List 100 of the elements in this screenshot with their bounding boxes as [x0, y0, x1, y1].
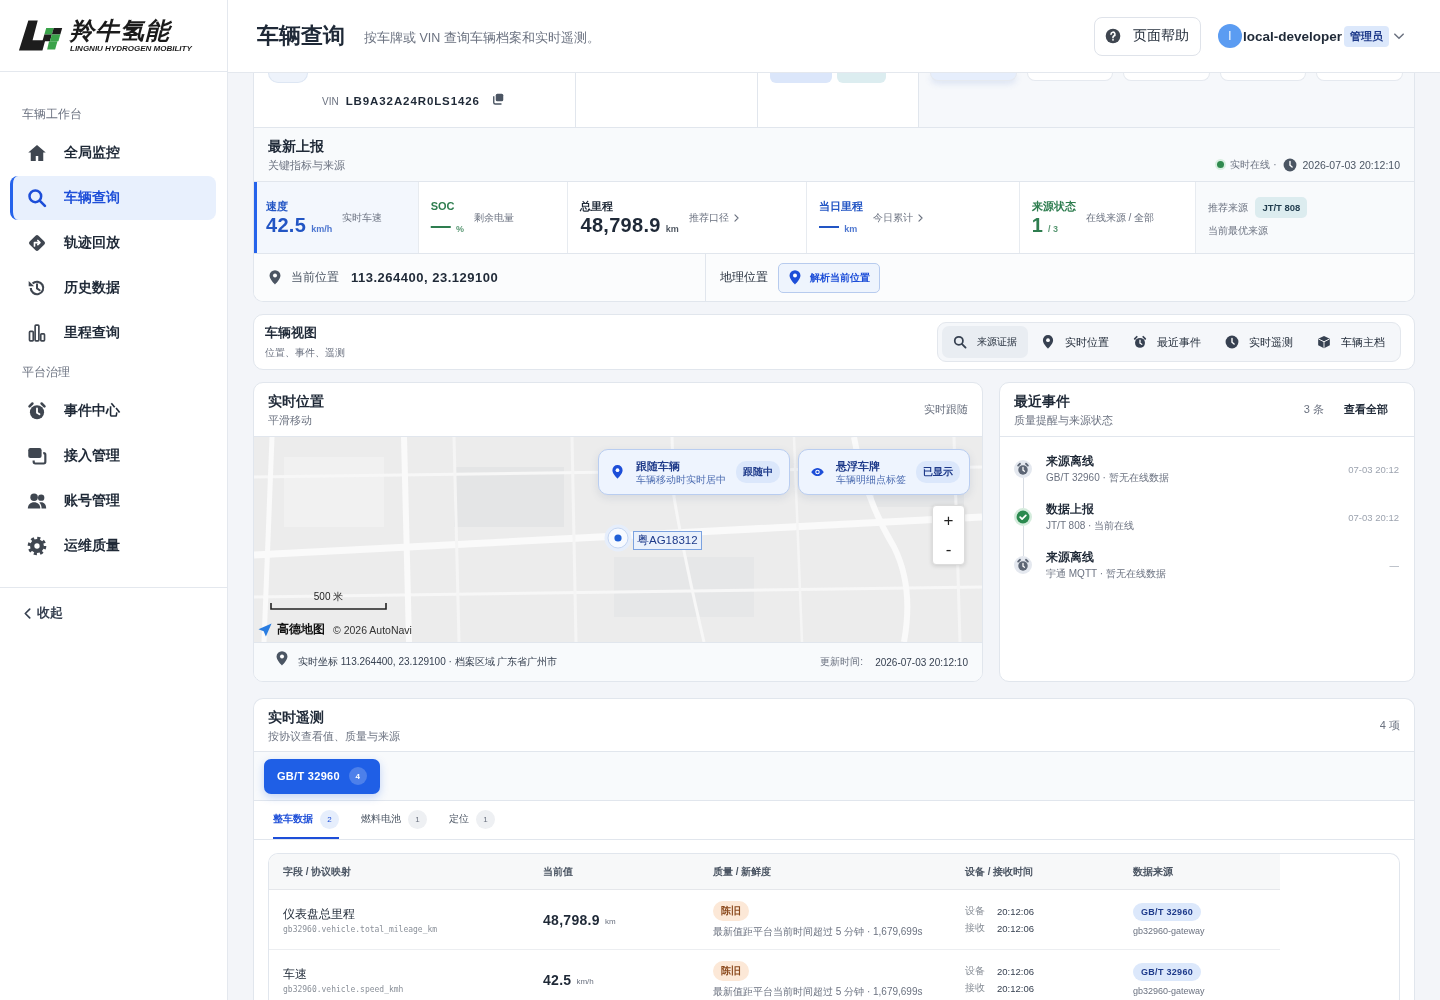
metric-unit: km — [844, 223, 858, 234]
view-tab[interactable]: 实时遥测 — [1214, 326, 1304, 358]
toggle-title: 悬浮车牌 — [836, 458, 881, 473]
metric-label: 来源状态 — [1031, 198, 1076, 213]
column-header: 数据来源 — [1132, 864, 1174, 879]
nav-item[interactable]: 事件中心 — [10, 389, 216, 433]
nav-item[interactable]: 全局监控 — [10, 131, 216, 175]
unit-text: km/h — [576, 976, 594, 986]
nav-item[interactable]: 里程查询 — [10, 311, 216, 355]
card-title: 最近事件 — [1014, 392, 1071, 410]
nav-item[interactable]: 车辆查询 — [10, 176, 216, 220]
status-text: 实时在线 · — [1230, 157, 1277, 172]
received-time: 20:12:06 — [997, 922, 1034, 934]
metric-link[interactable]: 今日累计 — [873, 210, 924, 225]
history-icon — [27, 278, 47, 298]
view-tab[interactable]: 最近事件 — [1122, 326, 1212, 358]
item-count: 4 项 — [1379, 717, 1400, 733]
tab-button[interactable] — [1316, 73, 1403, 81]
event-count: 3 条 — [1303, 402, 1324, 417]
tab-button[interactable] — [1123, 73, 1210, 81]
group-tab[interactable]: 燃料电池 1 — [361, 801, 427, 839]
toggle-subtitle: 车辆移动时实时居中 — [636, 472, 726, 486]
status-pill: 跟随中 — [736, 461, 780, 483]
users-icon — [27, 491, 47, 511]
field-name: 车速 — [283, 965, 308, 982]
nav-item[interactable]: 运维质量 — [10, 524, 216, 568]
protocol-badge: JT/T 808 — [1255, 197, 1308, 218]
zoom-in-button[interactable]: + — [933, 506, 964, 535]
metric-label: SOC — [430, 198, 456, 213]
nav-item[interactable]: 接入管理 — [10, 434, 216, 478]
quality-badge: 陈旧 — [713, 960, 749, 981]
card-subtitle: 质量提醒与来源状态 — [1014, 413, 1113, 427]
metric-unit: km — [665, 223, 679, 234]
tab-button[interactable] — [930, 73, 1017, 81]
help-button[interactable]: 页面帮助 — [1093, 16, 1201, 56]
nav-item[interactable]: 历史数据 — [10, 266, 216, 310]
field-path: gb32960.vehicle.speed_kmh — [283, 984, 405, 994]
column-header: 质量 / 新鲜度 — [712, 864, 773, 879]
vehicle-marker-icon[interactable] — [604, 524, 632, 552]
metric-tile[interactable]: 当日里程 — km 今日累计 — [807, 182, 1020, 253]
brand-tagline: LINGNIU HYDROGEN MOBILITY — [70, 43, 192, 54]
event-title[interactable]: 来源离线 — [1046, 454, 1169, 468]
metric-label: 速度 — [266, 198, 289, 213]
collapse-button[interactable]: 收起 — [24, 604, 63, 622]
map-toggle-card[interactable]: 悬浮车牌 车辆明细点标签 已显示 — [798, 449, 970, 495]
unit-text: km — [604, 916, 616, 926]
brand-name: 羚牛氢能 — [70, 17, 173, 44]
map-toggle-card[interactable]: 跟随车辆 车辆移动时实时居中 跟随中 — [598, 449, 790, 495]
group-tab[interactable]: 整车数据 2 — [273, 801, 339, 839]
count-badge: 1 — [476, 809, 495, 829]
metric-value: — — [819, 212, 840, 237]
scale-label: 500 米 — [313, 591, 344, 603]
navigation-arrow-icon — [258, 622, 272, 637]
view-tab[interactable]: 来源证据 — [942, 326, 1028, 358]
nav-item[interactable]: 账号管理 — [10, 479, 216, 523]
view-tab[interactable]: 车辆主档 — [1306, 326, 1396, 358]
scale-bar-icon — [270, 603, 387, 610]
location-pin-icon — [789, 270, 801, 285]
metric-link[interactable]: 推荐口径 — [688, 210, 739, 225]
tab-button[interactable] — [1026, 73, 1114, 81]
view-all-link[interactable]: 查看全部 — [1344, 402, 1388, 417]
logo-icon — [18, 19, 65, 52]
user-name[interactable]: local-developer — [1242, 28, 1342, 44]
view-tab[interactable]: 实时位置 — [1030, 326, 1120, 358]
chevron-left-icon — [24, 607, 31, 619]
event-time: 07-03 20:12 — [1348, 511, 1399, 523]
location-pin-icon — [1041, 335, 1055, 349]
copy-icon — [491, 93, 504, 105]
metric-tile[interactable]: SOC — % 剩余电量 — [418, 182, 569, 253]
source-badge: GB/T 32960 — [1133, 963, 1202, 981]
metric-unit: % — [456, 223, 465, 234]
count-badge: 1 — [408, 809, 427, 829]
location-pin-icon — [269, 270, 281, 285]
metric-label: 当日里程 — [819, 198, 864, 213]
chevron-right-icon — [918, 213, 924, 222]
event-title[interactable]: 来源离线 — [1046, 550, 1166, 564]
group-tab[interactable]: 定位 1 — [449, 801, 495, 839]
location-pin-icon — [611, 465, 624, 479]
field-path: gb32960.vehicle.total_mileage_km — [283, 924, 439, 934]
zoom-out-button[interactable]: - — [933, 535, 964, 564]
metric-tile[interactable]: 总里程 48,798.9 km 推荐口径 — [568, 182, 808, 253]
count-badge: 4 — [348, 767, 367, 785]
toggle-subtitle: 车辆明细点标签 — [836, 472, 906, 486]
bar-chart-icon — [27, 323, 47, 343]
event-title[interactable]: 数据上报 — [1046, 502, 1135, 516]
resolve-location-button[interactable]: 解析当前位置 — [778, 262, 880, 293]
settings-icon — [27, 536, 47, 556]
quality-badge: 陈旧 — [713, 900, 749, 921]
received-label: 接收 — [965, 921, 985, 935]
status-pill: 已显示 — [916, 461, 960, 483]
source-tile[interactable]: 推荐来源 JT/T 808 当前最优来源 — [1196, 182, 1414, 253]
metric-value: 42.5 — [266, 212, 307, 237]
field-name: 仪表盘总里程 — [283, 905, 356, 922]
tab-button[interactable] — [1219, 73, 1307, 81]
metric-label: 总里程 — [580, 198, 615, 213]
nav-item[interactable]: 轨迹回放 — [10, 221, 216, 265]
role-badge: 管理员 — [1344, 25, 1389, 47]
metric-tile[interactable]: 速度 42.5 km/h 实时车速 — [254, 182, 419, 253]
cube-icon — [1317, 335, 1331, 349]
protocol-tab[interactable]: GB/T 32960 4 — [264, 758, 380, 794]
